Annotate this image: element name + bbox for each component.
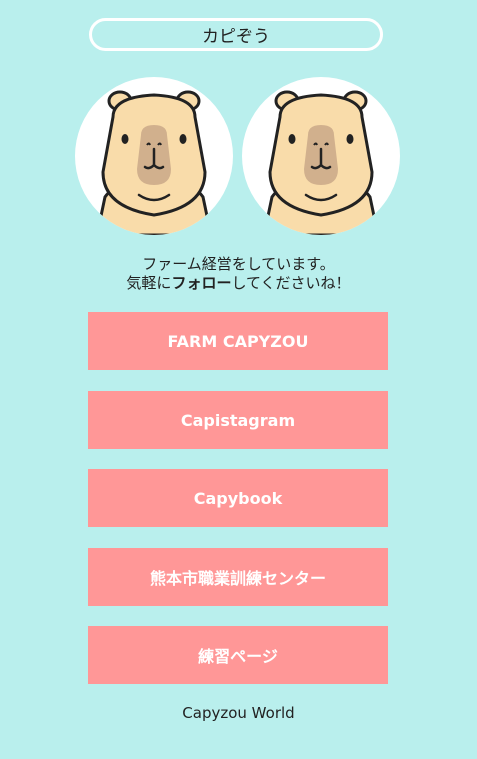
link-button-farm-capyzou[interactable]: FARM CAPYZOU — [88, 312, 388, 370]
footer-text: Capyzou World — [182, 704, 295, 722]
avatar — [75, 77, 233, 235]
link-button-label: 熊本市職業訓練センター — [149, 569, 326, 588]
link-button-label: Capistagram — [180, 410, 296, 430]
link-button-practice-page[interactable]: 練習ページ — [88, 626, 388, 684]
link-button-label: FARM CAPYZOU — [167, 331, 309, 351]
avatar-group — [75, 77, 402, 235]
profile-name-pill: カピぞう — [89, 18, 383, 51]
bio-line-2-suffix: してくださいね！ — [231, 274, 351, 292]
avatar — [242, 77, 400, 235]
profile-name: カピぞう — [202, 27, 270, 47]
link-button-capybook[interactable]: Capybook — [88, 469, 388, 527]
capybara-icon — [262, 90, 380, 235]
capybara-icon — [95, 90, 213, 235]
link-button-capistagram[interactable]: Capistagram — [88, 391, 388, 449]
bio-line-1: ファーム経営をしています。 — [142, 255, 335, 273]
bio-line-2-prefix: 気軽に — [126, 274, 172, 292]
bio-line-2: 気軽にフォローしてくださいね！ — [0, 274, 477, 293]
link-button-label: Capybook — [193, 488, 283, 508]
bio-follow-emphasis: フォロー — [171, 274, 232, 292]
link-button-label: 練習ページ — [198, 647, 278, 666]
link-button-training-center[interactable]: 熊本市職業訓練センター — [88, 548, 388, 606]
profile-bio: ファーム経営をしています。 気軽にフォローしてくださいね！ — [0, 255, 477, 293]
